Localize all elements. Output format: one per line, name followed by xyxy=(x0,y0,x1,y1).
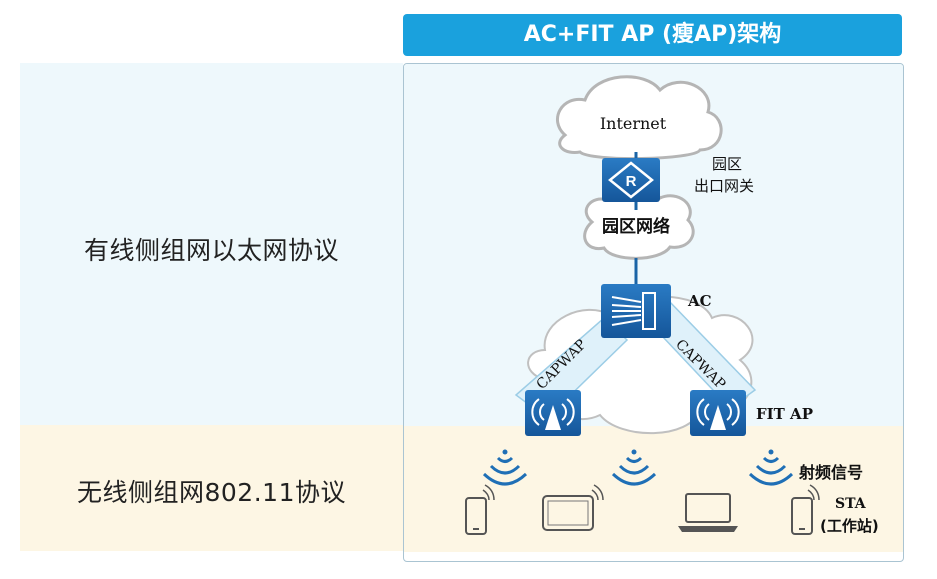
radio-signal-icon-3 xyxy=(748,449,794,486)
fit-ap-left-icon xyxy=(525,390,581,436)
architecture-diagram: R CAPWAP CAPWAP Internet 园区网络 xyxy=(465,75,820,535)
fit-ap-label: FIT AP xyxy=(756,405,813,423)
router-icon: R xyxy=(602,158,660,202)
radio-signal-icon-2 xyxy=(611,449,657,486)
sta-label-line2: (工作站) xyxy=(820,517,879,535)
internet-label: Internet xyxy=(600,114,667,133)
radio-signal-icon-1 xyxy=(482,449,528,486)
sta-label-line1: STA xyxy=(835,496,866,512)
svg-text:R: R xyxy=(626,173,637,190)
ac-label: AC xyxy=(688,292,712,310)
phone-icon-right xyxy=(791,484,820,535)
campus-network-label: 园区网络 xyxy=(602,216,670,237)
laptop-icon xyxy=(678,493,738,532)
fit-ap-right-icon xyxy=(690,390,746,436)
gateway-label-line2: 出口网关 xyxy=(694,177,755,195)
tablet-icon xyxy=(542,484,604,531)
gateway-label-line1: 园区 xyxy=(712,155,743,173)
ac-controller-icon xyxy=(601,284,671,338)
phone-icon-left xyxy=(465,484,495,535)
radio-signal-label: 射频信号 xyxy=(799,463,864,482)
